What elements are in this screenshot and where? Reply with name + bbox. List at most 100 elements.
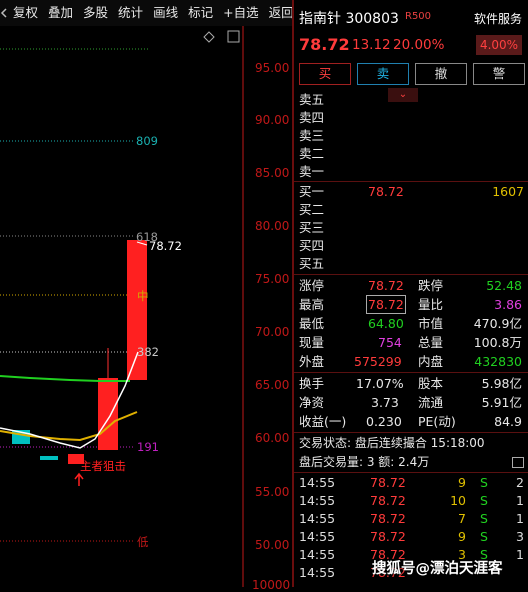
sell-button[interactable]: 卖 [357,63,409,85]
price-axis-label: 55.00 [255,485,290,499]
price-axis-label: 75.00 [255,272,290,286]
stat-label: 换手 [299,376,325,391]
trade-actions: 买 卖 撤 警 [299,63,525,85]
stat-value-pe: 84.9 [494,414,522,429]
tick-volume: 7 [458,511,466,526]
stat-value-inner: 432830 [474,354,522,369]
expand-chevron-icon[interactable]: ⌄ [388,88,418,102]
tick-price: 78.72 [370,529,406,544]
tick-time: 14:55 [299,547,336,562]
tick-price: 78.72 [370,511,406,526]
stat-label: 涨停 [299,278,325,293]
quote-panel: 指南针 300803 R500 软件服务 78.72 13.12 20.00% … [294,0,528,587]
buy-button[interactable]: 买 [299,63,351,85]
toolbar-restore-rights-button[interactable]: 复权 [8,0,43,26]
fib-label-382: 382 [137,345,159,359]
cancel-order-button[interactable]: 撤 [415,63,467,85]
watermark: 搜狐号@漂泊天涯客 [372,561,503,577]
kline-chart-svg [0,26,244,587]
stat-label: 收益(一) [299,414,347,429]
toolbar-multi-stock-button[interactable]: 多股 [78,0,113,26]
toolbar-add-favorite-button[interactable]: +自选 [218,0,263,26]
tick-time: 14:55 [299,475,336,490]
stock-name: 指南针 300803 [299,8,399,28]
bid-level-1: 买一 78.72 1607 [299,183,524,201]
price-axis-label: 60.00 [255,431,290,445]
tick-volume: 9 [458,529,466,544]
stat-value-turnover: 17.07% [356,376,404,391]
stat-label: 现量 [299,335,325,350]
tick-row: 14:55 78.72 9 S 2 [299,474,524,492]
expand-icon[interactable] [512,457,524,468]
ticks-divider [294,472,528,473]
bid-level-2: 买二 [299,202,325,217]
tick-volume: 10 [450,493,466,508]
ask-level-4: 卖四 [299,110,325,125]
last-price-label: 78.72 [149,239,182,253]
fib-label-mid: 中 [137,289,149,303]
stat-label: 最高 [299,297,325,312]
fib-label-809: 809 [136,134,158,148]
stat-value-volume-ratio: 3.86 [494,297,522,312]
stat-label: PE(动) [418,414,456,429]
tick-count: 1 [516,493,524,508]
tick-side: S [480,511,488,526]
quote-header: 指南针 300803 R500 软件服务 78.72 13.12 20.00% … [294,0,528,60]
price-change: 13.12 [352,37,391,53]
tick-row: 14:55 78.72 7 S 1 [299,510,524,528]
stat-label: 市值 [418,316,444,331]
stats-divider-2 [294,372,528,373]
bid-price: 78.72 [368,184,404,199]
stat-value-shares: 5.98亿 [481,376,522,391]
tick-time: 14:55 [299,511,336,526]
sector-change-badge: 4.00% [476,35,522,55]
toolbar-statistics-button[interactable]: 统计 [113,0,148,26]
bid-level-4: 买四 [299,238,325,253]
stat-value-eps: 0.230 [366,414,402,429]
stat-label: 股本 [418,376,444,391]
kline-chart[interactable]: 809 618 78.72 中 382 191 低 主者狙击 95.00 90.… [0,26,292,592]
ask-level-2: 卖二 [299,146,325,161]
stat-value-limit-down: 52.48 [486,278,522,293]
price-axis-label: 65.00 [255,378,290,392]
volume-axis-label: 10000 [252,578,291,592]
stat-value-float: 5.91亿 [481,395,522,410]
ask-level-3: 卖三 [299,128,325,143]
stats-divider [294,274,528,275]
stat-label: 内盘 [418,354,444,369]
ask-level-5: 卖五 [299,92,325,107]
annotation-label: 主者狙击 [80,459,126,473]
price-change-pct: 20.00% [393,37,445,53]
sector-label[interactable]: 软件服务 [474,10,522,27]
alert-button[interactable]: 警 [473,63,525,85]
stat-value-total-vol: 100.8万 [473,335,522,350]
toolbar-mark-button[interactable]: 标记 [183,0,218,26]
bid-label: 买一 [299,184,325,199]
current-price: 78.72 [299,35,350,54]
stat-value-outer: 575299 [354,354,402,369]
candle-down-2 [40,456,58,460]
toolbar-draw-line-button[interactable]: 画线 [148,0,183,26]
bid-level-5: 买五 [299,256,325,271]
stat-label: 最低 [299,316,325,331]
bid-level-3: 买三 [299,220,325,235]
toolbar-overlay-button[interactable]: 叠加 [43,0,78,26]
tick-time: 14:55 [299,565,336,580]
tick-row: 14:55 78.72 10 S 1 [299,492,524,510]
chevron-left-icon[interactable] [0,0,8,26]
diamond-icon [203,31,215,43]
stat-label: 量比 [418,297,444,312]
price-axis-label: 80.00 [255,219,290,233]
fib-label-low: 低 [137,535,149,549]
window-icon [227,30,240,43]
stock-code: 300803 [345,11,399,27]
tick-side: S [480,475,488,490]
stat-value-market-cap: 470.9亿 [473,316,522,331]
annotation-arrow-icon [74,472,84,486]
after-hours-volume: 盘后交易量: 3 额: 2.4万 [299,455,430,469]
tick-count: 3 [516,529,524,544]
stat-value-limit-up: 78.72 [368,278,404,293]
price-axis-label: 50.00 [255,538,290,552]
stat-value-net-assets: 3.73 [371,395,399,410]
tick-volume: 9 [458,475,466,490]
